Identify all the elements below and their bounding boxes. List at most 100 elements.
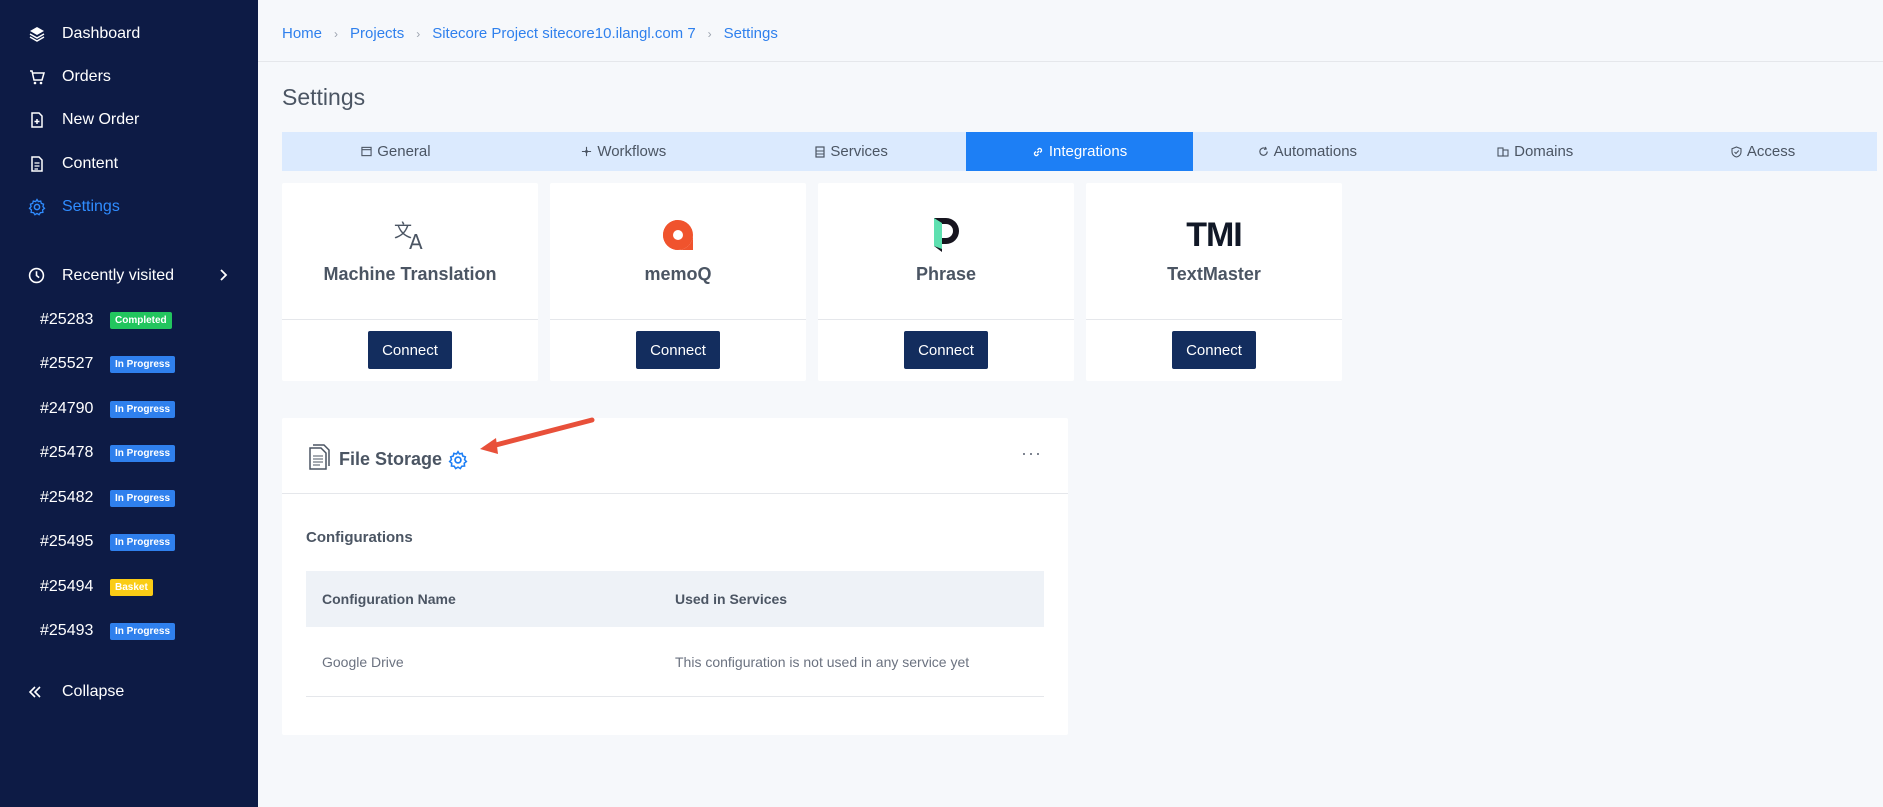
status-badge: In Progress (110, 622, 176, 640)
tab-access[interactable]: Access (1649, 132, 1877, 171)
textmaster-logo-text: TMI (1186, 215, 1243, 254)
translate-icon: 文 A (282, 216, 538, 254)
phrase-logo (818, 216, 1074, 254)
status-badge: Basket (110, 578, 153, 596)
tab-integrations[interactable]: Integrations (965, 132, 1194, 171)
recent-order-item[interactable]: #25493 In Progress (40, 616, 176, 646)
nav-orders[interactable]: Orders (0, 57, 258, 97)
double-chevron-left-icon (28, 685, 46, 699)
nav-new-order[interactable]: New Order (0, 100, 258, 140)
card-divider (282, 493, 1068, 494)
configurations-table: Configuration Name Used in Services Goog… (306, 571, 1044, 697)
order-number: #25478 (40, 444, 94, 461)
nav-settings-label: Settings (62, 198, 120, 215)
breadcrumb-settings[interactable]: Settings (724, 25, 778, 42)
connect-button[interactable]: Connect (904, 331, 988, 369)
recent-order-item[interactable]: #25283 Completed (40, 305, 172, 335)
breadcrumb: Home › Projects › Sitecore Project sitec… (282, 25, 778, 42)
recent-order-item[interactable]: #25527 In Progress (40, 349, 176, 379)
status-badge: Completed (110, 311, 172, 329)
tab-automations[interactable]: Automations (1193, 132, 1421, 171)
document-icon (28, 155, 46, 173)
breadcrumb-project[interactable]: Sitecore Project sitecore10.ilangl.com 7 (432, 25, 695, 42)
annotation-arrow-icon (480, 417, 595, 454)
tab-workflows[interactable]: Workflows (510, 132, 738, 171)
tab-general-label: General (377, 143, 431, 160)
connect-button[interactable]: Connect (1172, 331, 1256, 369)
column-header: Used in Services (675, 591, 788, 607)
nav-new-order-label: New Order (62, 111, 140, 128)
card-divider (550, 319, 806, 320)
connect-button[interactable]: Connect (368, 331, 452, 369)
tab-domains[interactable]: Domains (1421, 132, 1649, 171)
table-header: Configuration Name Used in Services (306, 571, 1044, 627)
recent-order-item[interactable]: #24790 In Progress (40, 394, 176, 424)
breadcrumb-separator-icon: › (334, 26, 339, 41)
order-number: #24790 (40, 400, 94, 417)
order-number: #25494 (40, 578, 94, 595)
files-icon (307, 443, 331, 476)
used-in-services-cell: This configuration is not used in any se… (675, 653, 970, 670)
integration-card-textmaster: TMI TextMaster Connect (1086, 183, 1342, 381)
integration-name: Phrase (915, 264, 977, 284)
refresh-icon (1258, 146, 1269, 157)
integration-name: memoQ (644, 264, 712, 284)
integration-card-machine-translation: 文 A Machine Translation Connect (282, 183, 538, 381)
configurations-heading: Configurations (306, 529, 413, 546)
file-storage-header: File Storage (307, 443, 468, 476)
card-divider (1086, 319, 1342, 320)
building-icon (1497, 146, 1509, 157)
chevron-right-icon (218, 268, 228, 287)
recently-visited-toggle[interactable]: Recently visited (0, 256, 258, 296)
breadcrumb-separator-icon: › (707, 26, 712, 41)
breadcrumb-projects[interactable]: Projects (350, 25, 404, 42)
file-storage-settings-gear-icon[interactable] (448, 449, 468, 470)
integration-card-memoq: memoQ Connect (550, 183, 806, 381)
recent-order-item[interactable]: #25494 Basket (40, 572, 153, 602)
recently-visited-label: Recently visited (62, 267, 175, 284)
nav-orders-label: Orders (62, 68, 111, 85)
status-badge: In Progress (110, 444, 176, 462)
more-options-icon[interactable]: ··· (1021, 443, 1042, 464)
status-badge: In Progress (110, 400, 176, 418)
order-number: #25283 (40, 311, 94, 328)
nav-content-label: Content (62, 155, 119, 172)
collapse-label: Collapse (62, 683, 125, 700)
connect-button[interactable]: Connect (636, 331, 720, 369)
svg-text:A: A (409, 230, 423, 251)
sidebar: Dashboard Orders New Order Content Setti… (0, 0, 258, 807)
tab-access-label: Access (1746, 143, 1796, 160)
breadcrumb-home[interactable]: Home (282, 25, 322, 42)
table-row[interactable]: Google Drive This configuration is not u… (306, 627, 1044, 697)
integration-card-phrase: Phrase Connect (818, 183, 1074, 381)
nav-settings[interactable]: Settings (0, 187, 258, 227)
status-badge: In Progress (110, 355, 176, 373)
column-header: Configuration Name (322, 591, 456, 607)
new-document-icon (28, 111, 46, 129)
nav-content[interactable]: Content (0, 144, 258, 184)
order-number: #25482 (40, 489, 94, 506)
file-storage-card: File Storage ··· Configurations Configur… (282, 418, 1068, 735)
file-storage-title: File Storage (339, 449, 443, 469)
cart-icon (28, 68, 46, 86)
page-title: Settings (282, 84, 366, 110)
configuration-name-cell: Google Drive (322, 653, 404, 670)
tab-general[interactable]: General (282, 132, 510, 171)
order-number: #25495 (40, 533, 94, 550)
gear-icon (28, 198, 46, 216)
status-badge: In Progress (110, 489, 176, 507)
layers-icon (28, 25, 46, 43)
settings-tabs: General Workflows Services Integrations … (282, 132, 1877, 171)
collapse-sidebar-button[interactable]: Collapse (0, 672, 258, 712)
shield-icon (1731, 145, 1742, 158)
nav-dashboard[interactable]: Dashboard (0, 14, 258, 54)
recent-order-item[interactable]: #25478 In Progress (40, 438, 176, 468)
breadcrumb-separator-icon: › (416, 26, 421, 41)
tab-services[interactable]: Services (738, 132, 966, 171)
recent-order-item[interactable]: #25482 In Progress (40, 483, 176, 513)
memoq-logo (550, 216, 806, 254)
recent-order-item[interactable]: #25495 In Progress (40, 527, 176, 557)
tab-automations-label: Automations (1273, 143, 1358, 160)
textmaster-logo: TMI (1086, 216, 1342, 254)
order-number: #25493 (40, 622, 94, 639)
